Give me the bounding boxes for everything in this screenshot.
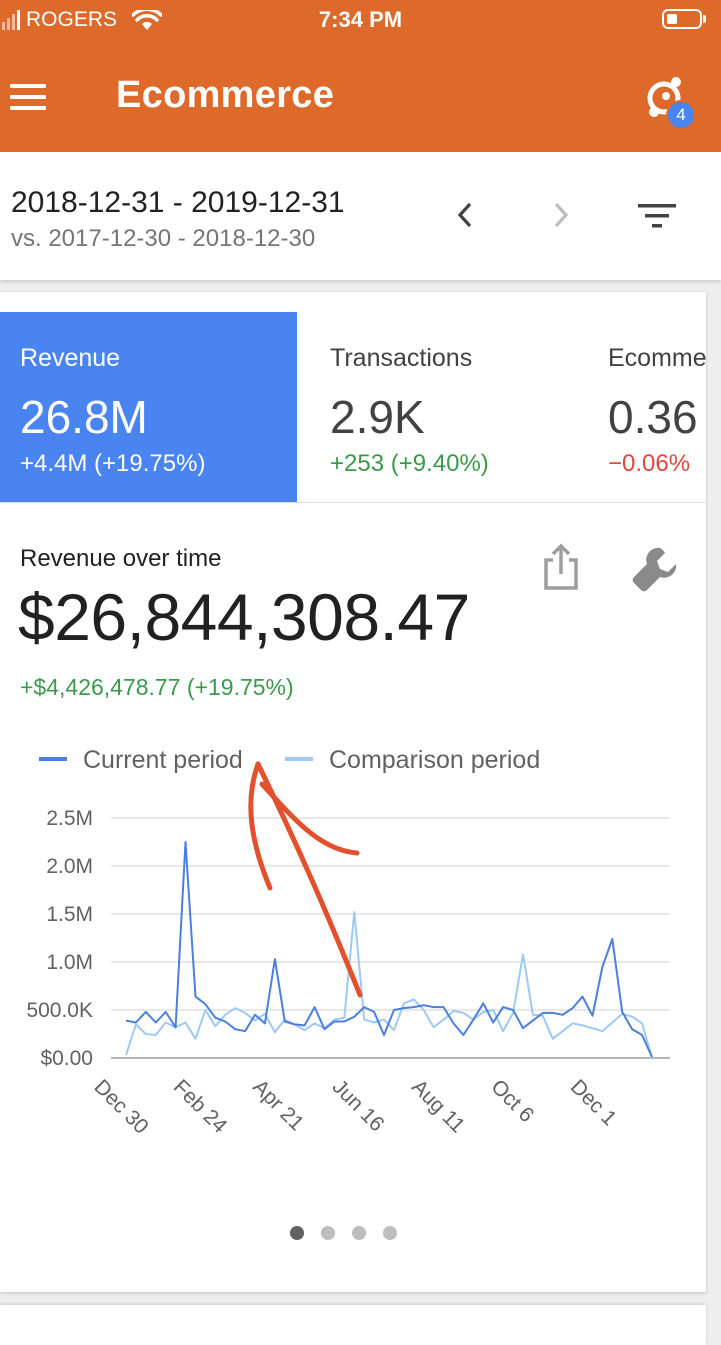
legend-comparison[interactable]: Comparison period [329,746,540,774]
revenue-line-chart: Current period Comparison period $0.00 50… [26,746,670,1139]
metric-value: 0.36 [608,391,698,443]
y-tick-label: 2.0M [46,855,93,878]
metric-delta: +4.4M (+19.75%) [20,450,206,477]
page-indicator [290,1226,414,1242]
series-line-current[interactable] [125,841,653,1058]
revenue-card: Revenue 26.8M +4.4M (+19.75%) Transactio… [0,292,706,1292]
x-tick-label: Aug 11 [407,1075,469,1137]
metric-delta: −0.06% [608,450,691,477]
y-tick-label: 1.0M [46,951,93,974]
y-tick-label: 500.0K [26,999,93,1022]
x-tick-label: Feb 24 [169,1075,232,1138]
divider [0,502,706,503]
y-tick-label: $0.00 [40,1047,93,1070]
metric-tab-revenue[interactable]: Revenue 26.8M +4.4M (+19.75%) [0,312,297,502]
legend-swatch-current [39,757,67,761]
share-icon[interactable] [540,542,582,592]
metric-delta: +253 (+9.40%) [330,450,489,477]
battery-icon [662,9,702,29]
legend-current[interactable]: Current period [83,746,243,774]
total-change: +$4,426,478.77 (+19.75%) [20,674,294,700]
metric-tab-ecommerce-rate[interactable]: Ecomme 0.36 −0.06% [588,312,706,502]
battery-tip [703,15,706,23]
series-line-comparison[interactable] [125,911,653,1059]
y-tick-label: 2.5M [46,807,93,830]
comparison-range-label: vs. 2017-12-30 - 2018-12-30 [11,225,316,252]
total-value: $26,844,308.47 [18,580,470,654]
date-range-label[interactable]: 2018-12-31 - 2019-12-31 [11,186,345,220]
page-dot[interactable] [352,1226,366,1240]
page-title: Ecommerce [116,74,335,116]
x-tick-label: Oct 6 [486,1075,538,1127]
x-tick-label: Dec 30 [89,1075,152,1138]
chevron-left-icon[interactable] [452,200,478,230]
app-bar: ROGERS 7:34 PM Ecommerce 4 [0,0,721,152]
metric-label: Revenue [20,344,121,372]
wrench-icon[interactable] [630,544,680,594]
metric-value: 26.8M [20,391,148,443]
filter-icon[interactable] [638,202,676,230]
metric-tab-transactions[interactable]: Transactions 2.9K +253 (+9.40%) [310,312,600,502]
legend-swatch-comparison [285,757,313,761]
menu-button[interactable] [10,84,46,110]
x-tick-label: Jun 16 [328,1075,389,1136]
chevron-right-icon[interactable] [548,200,574,230]
y-tick-label: 1.5M [46,903,93,926]
insights-badge: 4 [666,100,696,130]
metric-label: Transactions [330,344,473,372]
page-dot[interactable] [383,1226,397,1240]
chart-title: Revenue over time [20,545,222,572]
metric-label: Ecomme [608,344,706,372]
clock: 7:34 PM [318,7,403,32]
x-tick-label: Dec 1 [566,1075,621,1130]
metric-value: 2.9K [330,391,425,443]
next-card [0,1305,706,1345]
page-dot[interactable] [321,1226,335,1240]
page-dot[interactable] [290,1226,304,1240]
x-tick-label: Apr 21 [248,1075,308,1135]
